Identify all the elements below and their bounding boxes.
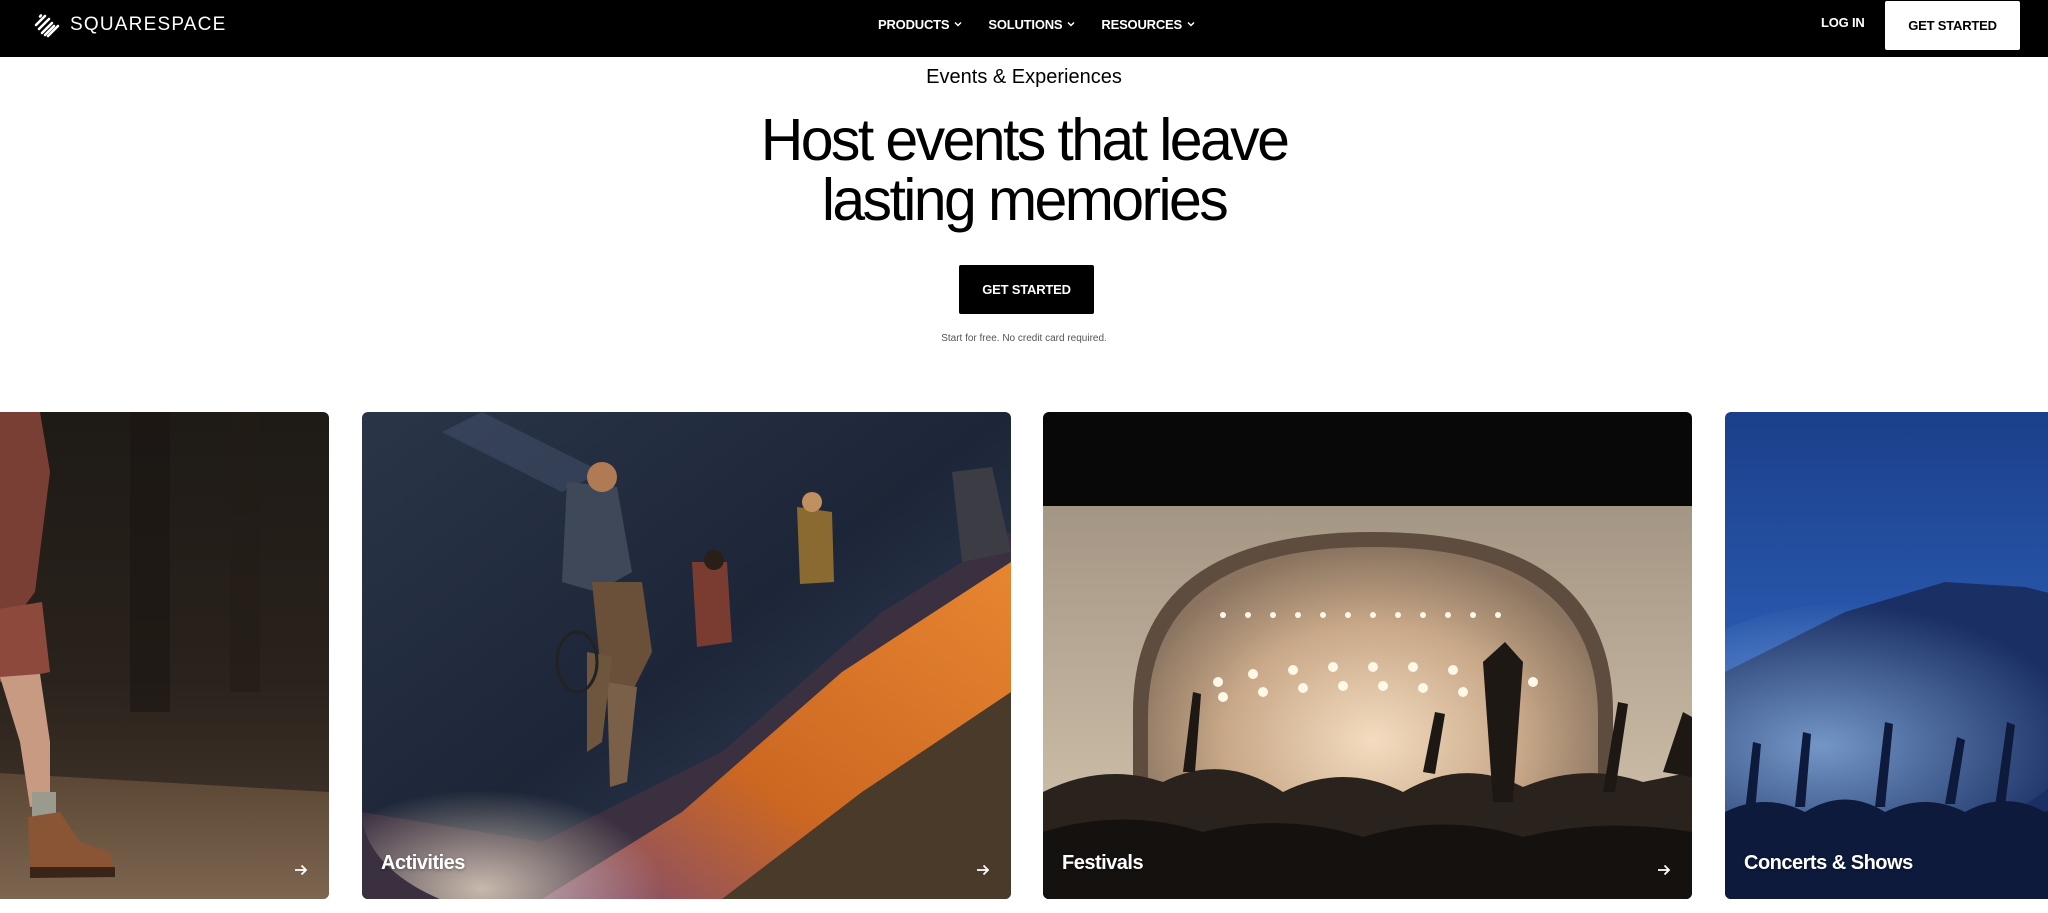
logo-text: SQUARESPACE xyxy=(70,14,227,35)
headline-line-1: Host events that leave xyxy=(760,107,1290,173)
category-card-outdoor[interactable] xyxy=(0,412,329,899)
nav-item-solutions[interactable]: SOLUTIONS xyxy=(988,17,1076,32)
chevron-down-icon xyxy=(1187,21,1195,27)
hikers-mountain-image xyxy=(362,412,1011,899)
headline-line-2: lasting memories xyxy=(821,167,1229,233)
squarespace-logo-icon xyxy=(34,14,60,38)
arrow-right-icon xyxy=(1658,864,1671,876)
nav-item-label: SOLUTIONS xyxy=(988,16,1063,32)
nav-item-products[interactable]: PRODUCTS xyxy=(878,17,963,32)
chevron-down-icon xyxy=(954,21,962,27)
logo-link[interactable]: SQUARESPACE xyxy=(32,12,226,38)
card-label: Activities xyxy=(381,852,465,874)
hiker-legs-image xyxy=(0,412,329,899)
get-started-nav-button[interactable]: GET STARTED xyxy=(1885,1,2020,50)
arrow-right-icon xyxy=(977,864,990,876)
get-started-hero-button[interactable]: GET STARTED xyxy=(959,265,1094,314)
free-start-note: Start for free. No credit card required. xyxy=(941,333,1107,344)
category-card-concerts-shows[interactable]: Concerts & Shows xyxy=(1725,412,2048,899)
category-card-activities[interactable]: Activities xyxy=(362,412,1011,899)
nav-menu: PRODUCTS SOLUTIONS RESOURCES xyxy=(878,0,1221,48)
festival-stage-image xyxy=(1043,412,1692,899)
arrow-right-icon xyxy=(295,864,308,876)
top-nav: SQUARESPACE PRODUCTS SOLUTIONS RESOURCES… xyxy=(0,0,2048,57)
section-eyebrow: Events & Experiences xyxy=(926,66,1122,88)
login-link[interactable]: LOG IN xyxy=(1821,15,1865,30)
category-card-festivals[interactable]: Festivals xyxy=(1043,412,1692,899)
nav-item-label: PRODUCTS xyxy=(878,16,950,32)
card-label: Festivals xyxy=(1062,852,1144,874)
card-label: Concerts & Shows xyxy=(1744,852,1913,874)
chevron-down-icon xyxy=(1067,21,1075,27)
concert-crowd-image xyxy=(1725,412,2048,899)
page-headline: Host events that leave lasting memories xyxy=(0,110,2048,230)
nav-item-resources[interactable]: RESOURCES xyxy=(1101,17,1196,32)
nav-item-label: RESOURCES xyxy=(1101,16,1182,32)
